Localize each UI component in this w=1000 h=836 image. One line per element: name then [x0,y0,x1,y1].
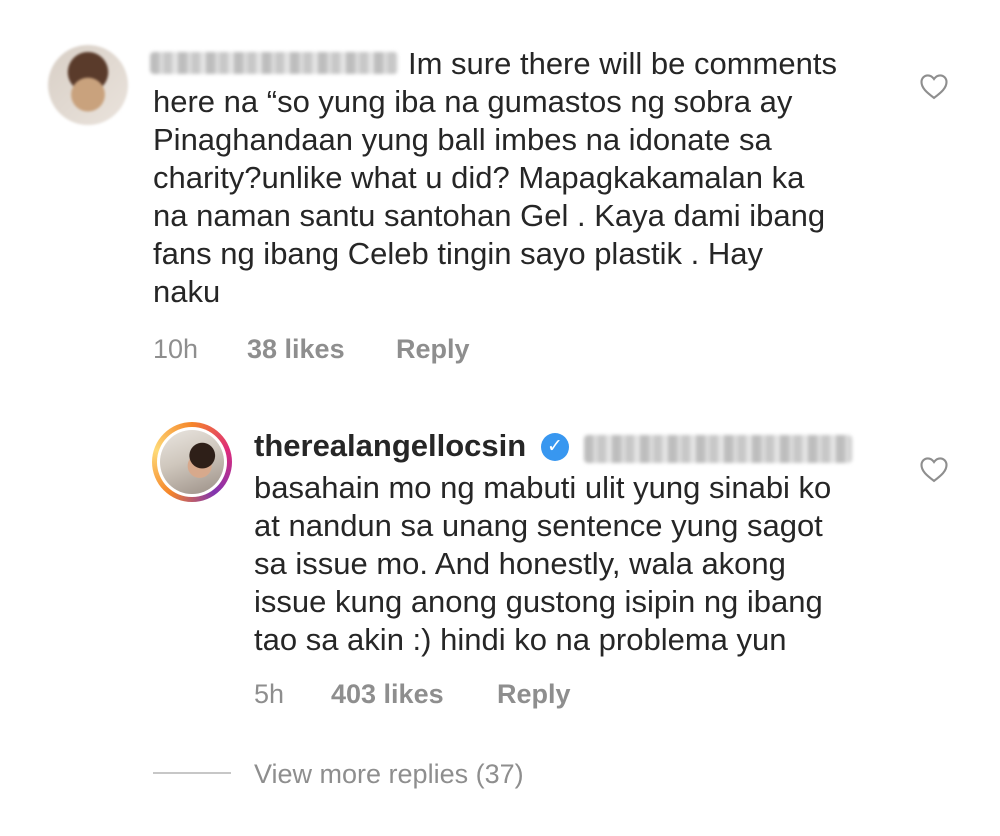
comment-likes-count[interactable]: 38 likes [247,333,345,365]
reply-button[interactable]: Reply [497,678,571,710]
comment-timestamp: 10h [153,334,199,364]
reply-username[interactable]: therealangellocsin [254,427,526,465]
view-more-replies-button[interactable]: View more replies (37) [254,758,524,790]
blurred-mention[interactable] [584,435,852,463]
commenter-avatar[interactable] [48,45,128,125]
reply-text: basahain mo ng mabuti ulit yung sinabi k… [254,470,832,657]
divider-line [153,772,231,774]
reply-button[interactable]: Reply [396,333,470,365]
comment-text: Im sure there will be comments here na “… [153,46,837,309]
reply-likes-count[interactable]: 403 likes [331,678,444,710]
heart-outline-icon[interactable] [919,455,949,483]
verified-badge-icon: ✓ [541,433,569,461]
reply-avatar[interactable] [152,422,232,502]
heart-outline-icon[interactable] [919,72,949,100]
reply-timestamp: 5h [254,679,285,709]
